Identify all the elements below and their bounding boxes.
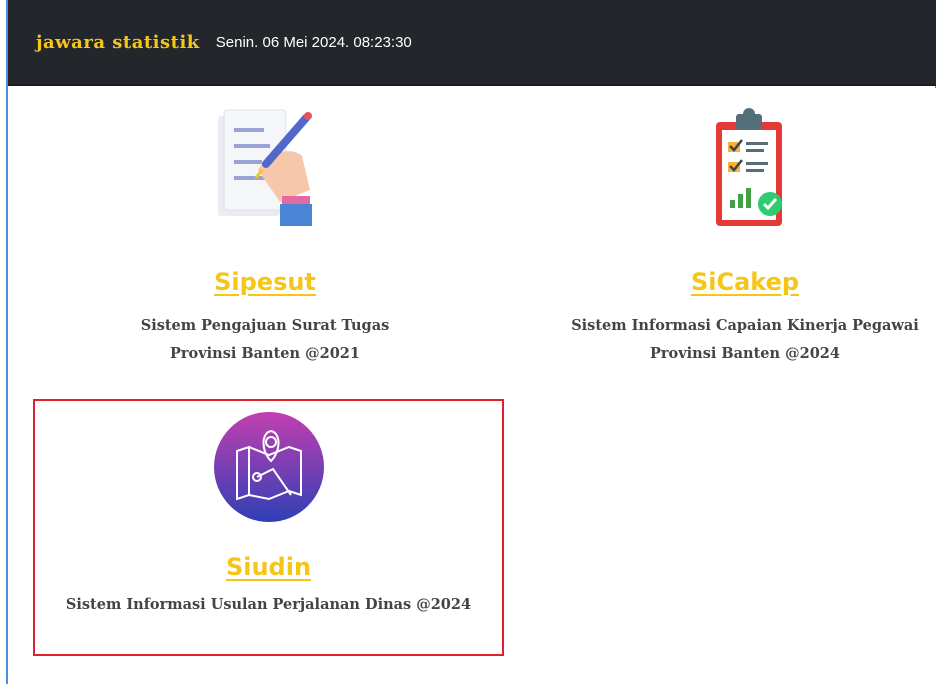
current-datetime: Senin. 06 Mei 2024. 08:23:30 bbox=[215, 33, 412, 51]
top-navbar: jawara statistik Senin. 06 Mei 2024. 08:… bbox=[8, 0, 936, 86]
app-desc-line1: Sistem Informasi Usulan Perjalanan Dinas… bbox=[65, 596, 472, 613]
app-desc-line2: Provinsi Banten @2021 bbox=[170, 345, 360, 362]
app-desc-line2: Provinsi Banten @2024 bbox=[650, 345, 840, 362]
hand-writing-document-icon[interactable] bbox=[210, 100, 320, 230]
app-card-sipesut: Sipesut Sistem Pengajuan Surat Tugas Pro… bbox=[40, 100, 490, 368]
app-link-siudin[interactable]: Siudin bbox=[226, 553, 311, 581]
app-desc-line1: Sistem Informasi Capaian Kinerja Pegawai bbox=[571, 317, 919, 334]
window-left-edge bbox=[0, 0, 8, 684]
brand-link[interactable]: jawara statistik bbox=[36, 32, 200, 53]
clipboard-checklist-icon[interactable] bbox=[690, 100, 800, 230]
app-desc-line1: Sistem Pengajuan Surat Tugas bbox=[140, 317, 390, 334]
app-card-sicakep: SiCakep Sistem Informasi Capaian Kinerja… bbox=[520, 100, 936, 368]
app-card-siudin: Siudin Sistem Informasi Usulan Perjalana… bbox=[33, 399, 504, 656]
map-location-icon[interactable] bbox=[213, 411, 325, 523]
app-link-sicakep[interactable]: SiCakep bbox=[691, 268, 799, 296]
app-link-sipesut[interactable]: Sipesut bbox=[214, 268, 316, 296]
